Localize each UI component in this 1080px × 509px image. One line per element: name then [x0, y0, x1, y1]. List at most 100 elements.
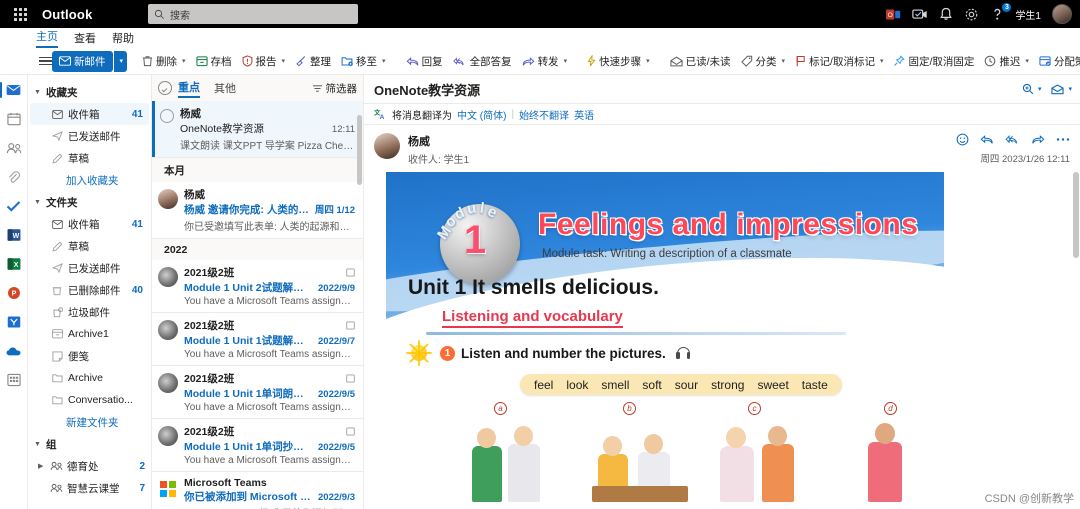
rail-attachments-icon[interactable] [3, 167, 25, 187]
rail-todo-icon[interactable] [3, 196, 25, 216]
message-list-item-4[interactable]: 2021级2班 Module 1 Unit 1单词朗读... 2022/9/5 … [152, 366, 363, 419]
folder-drafts[interactable]: 草稿 [30, 235, 149, 257]
chevron-down-icon[interactable]: ▾ [782, 57, 786, 65]
folder-conversation-history[interactable]: Conversatio... [30, 389, 149, 411]
archive-button[interactable]: 存档 [191, 50, 237, 72]
message-list-item-6[interactable]: Microsoft Teams 你已被添加到 Microsoft T... 20… [152, 472, 363, 509]
chevron-down-icon[interactable]: ▾ [282, 57, 286, 65]
tab-view[interactable]: 查看 [74, 30, 96, 48]
meet-now-icon[interactable] [911, 6, 928, 23]
group-deyuchu[interactable]: ▶ 德育处 2 [28, 455, 151, 477]
folder-junk[interactable]: 垃圾邮件 [30, 301, 149, 323]
rail-calendar-icon[interactable] [3, 109, 25, 129]
pivot-other[interactable]: 其他 [214, 80, 236, 97]
reply-all-button[interactable]: 全部答复 [448, 50, 517, 72]
chevron-down-icon[interactable]: ▾ [1025, 57, 1029, 65]
rail-people-icon[interactable] [3, 138, 25, 158]
react-emoji-icon[interactable] [956, 133, 969, 146]
folder-inbox[interactable]: 收件箱 41 [30, 213, 149, 235]
chevron-down-icon[interactable]: ▾ [182, 57, 186, 65]
chevron-down-icon[interactable]: ▾ [382, 57, 386, 65]
reply-icon[interactable] [980, 134, 994, 145]
group-zhihuiyunketang[interactable]: 智慧云课堂 7 [28, 477, 151, 499]
delete-button[interactable]: 删除 ▾ [137, 50, 191, 72]
rail-excel-icon[interactable]: X [3, 254, 25, 274]
message-list-item-3[interactable]: 2021级2班 Module 1 Unit 1试题解析... 2022/9/7 … [152, 313, 363, 366]
flag-icon[interactable] [346, 321, 355, 330]
rail-word-icon[interactable]: W [3, 225, 25, 245]
message-list-item-1[interactable]: 杨威 杨威 邀请你完成: 人类的起... 周四 1/12 你已受邀填写此表单: … [152, 182, 363, 239]
message-list-item-5[interactable]: 2021级2班 Module 1 Unit 1单词抄写... 2022/9/5 … [152, 419, 363, 472]
folder-archive[interactable]: Archive [30, 367, 149, 389]
folder-notes[interactable]: 便笺 [30, 345, 149, 367]
filter-button[interactable]: 筛选器 [312, 81, 357, 96]
message-select-circle[interactable] [160, 109, 174, 123]
message-list-scrollbar[interactable] [355, 101, 363, 509]
rail-onedrive-icon[interactable] [3, 341, 25, 361]
sweep-button[interactable]: 整理 [290, 50, 336, 72]
chevron-down-icon[interactable]: ▾ [1038, 85, 1042, 93]
rail-mail-icon[interactable] [0, 80, 25, 100]
chevron-right-icon[interactable]: ▶ [38, 462, 50, 470]
folder-favorites-drafts[interactable]: 草稿 [30, 147, 149, 169]
scrollbar-thumb[interactable] [357, 115, 362, 185]
chevron-down-icon[interactable]: ▾ [1068, 85, 1072, 93]
zoom-icon[interactable]: ▾ [1022, 83, 1042, 95]
move-to-button[interactable]: 移至 ▾ [336, 50, 391, 72]
message-list-scroll[interactable]: 杨威 OneNote教学资源 12:11 课文朗读 课文PPT 导学案 Pizz… [152, 101, 363, 509]
add-to-favorites-link[interactable]: 加入收藏夹 [28, 169, 151, 191]
sender-avatar[interactable] [374, 133, 400, 159]
email-body-scroll[interactable]: M o d u l e 1 Feelings and impressions M… [364, 172, 1080, 509]
translate-target-language[interactable]: 中文 (简体) [457, 107, 506, 122]
flag-icon[interactable] [346, 427, 355, 436]
groups-header[interactable]: ▼ 组 [28, 433, 151, 455]
categorize-button[interactable]: 分类 ▾ [736, 50, 791, 72]
forward-button[interactable]: 转发 ▾ [517, 50, 573, 72]
chevron-down-icon[interactable]: ▾ [880, 57, 884, 65]
folders-header[interactable]: ▼ 文件夹 [28, 191, 151, 213]
new-folder-link[interactable]: 新建文件夹 [28, 411, 151, 433]
flag-icon[interactable] [346, 374, 355, 383]
new-mail-dropdown[interactable]: ▾ [113, 50, 128, 72]
user-avatar[interactable] [1052, 4, 1072, 24]
read-unread-button[interactable]: 已读/未读 [665, 50, 736, 72]
folder-archive1[interactable]: Archive1 [30, 323, 149, 345]
rail-all-apps-icon[interactable] [3, 370, 25, 390]
select-all-icon[interactable] [158, 81, 172, 95]
message-list-item-0[interactable]: 杨威 OneNote教学资源 12:11 课文朗读 课文PPT 导学案 Pizz… [152, 101, 363, 158]
assign-policy-button[interactable]: 分配策略 ▾ [1034, 50, 1080, 72]
folder-deleted[interactable]: 已删除邮件 40 [30, 279, 149, 301]
rail-powerpoint-icon[interactable]: P [3, 283, 25, 303]
pin-button[interactable]: 固定/取消固定 [888, 50, 979, 72]
report-button[interactable]: 报告 ▾ [237, 50, 291, 72]
folder-sent[interactable]: 已发送邮件 [30, 257, 149, 279]
translate-source-language[interactable]: 英语 [574, 107, 594, 122]
favorites-header[interactable]: ▼ 收藏夹 [28, 81, 151, 103]
new-mail-button[interactable]: 新邮件 [52, 50, 113, 72]
reply-button[interactable]: 回复 [401, 50, 448, 72]
pivot-focused[interactable]: 重点 [178, 79, 200, 98]
message-list-item-2[interactable]: 2021级2班 Module 1 Unit 2试题解析... 2022/9/9 … [152, 260, 363, 313]
reading-pane-scrollbar[interactable] [1071, 172, 1080, 509]
app-launcher-icon[interactable] [6, 0, 34, 28]
chevron-down-icon[interactable]: ▾ [564, 57, 568, 65]
rail-yammer-icon[interactable] [3, 312, 25, 332]
teams-icon[interactable]: O [885, 6, 902, 23]
mail-actions-icon[interactable]: ▾ [1051, 84, 1072, 95]
folder-favorites-sent[interactable]: 已发送邮件 [30, 125, 149, 147]
ribbon-menu-toggle[interactable] [36, 56, 52, 66]
help-icon[interactable]: 3 [989, 2, 1012, 23]
tab-help[interactable]: 帮助 [112, 30, 134, 48]
chevron-down-icon[interactable]: ▾ [646, 57, 650, 65]
notifications-bell-icon[interactable] [937, 6, 954, 23]
snooze-button[interactable]: 推迟 ▾ [979, 50, 1034, 72]
flag-icon[interactable] [346, 268, 355, 277]
flag-button[interactable]: 标记/取消标记 ▾ [790, 50, 888, 72]
settings-gear-icon[interactable] [963, 6, 980, 23]
reply-all-icon[interactable] [1005, 134, 1020, 145]
folder-favorites-inbox[interactable]: 收件箱 41 [30, 103, 149, 125]
never-translate-link[interactable]: 始终不翻译 [519, 107, 569, 122]
more-actions-icon[interactable] [1056, 137, 1070, 142]
scrollbar-thumb[interactable] [1073, 172, 1079, 258]
search-input[interactable]: 搜索 [148, 4, 358, 24]
